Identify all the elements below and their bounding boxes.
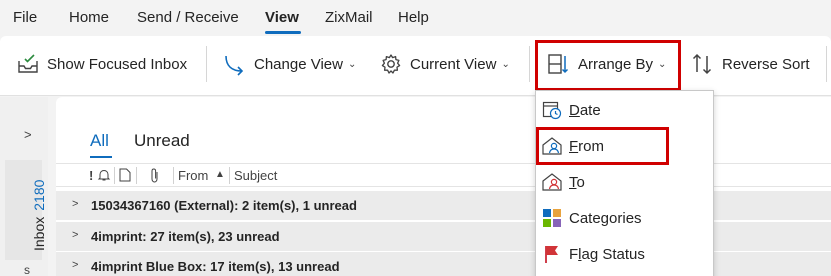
menu-tab-home[interactable]: Home [69, 9, 109, 26]
importance-column-icon[interactable]: ! [89, 168, 93, 183]
menu-tab-help[interactable]: Help [398, 9, 429, 26]
arrange-by-menu: Date From To Categories Flag Status [535, 90, 714, 276]
filter-tab-indicator [90, 156, 112, 158]
column-divider [114, 167, 115, 184]
chevron-down-icon: ⌄ [347, 58, 357, 70]
ribbon-divider [206, 46, 207, 82]
calendar-clock-icon [542, 101, 562, 120]
subject-column-header[interactable]: Subject [234, 168, 277, 183]
sort-ascending-icon: ▲ [215, 169, 225, 180]
arrange-option-flag-status[interactable]: Flag Status [536, 237, 713, 271]
reminder-column-icon[interactable] [97, 168, 111, 182]
inbox-unread-count: 2180 [31, 179, 47, 211]
group-header: 4imprint Blue Box: 17 item(s), 13 unread [91, 259, 340, 274]
arrange-option-flag-status-label: Flag Status [569, 245, 645, 263]
arrange-option-date[interactable]: Date [536, 93, 713, 127]
message-list: All Unread ! From ▲ Subject > 1503436716… [56, 97, 831, 276]
show-focused-inbox-label: Show Focused Inbox [47, 55, 188, 73]
column-divider [229, 167, 230, 184]
folder-rail: > Inbox 2180 s [0, 97, 48, 276]
filter-tab-all[interactable]: All [90, 131, 109, 151]
menu-bar: File Home Send / Receive View ZixMail He… [0, 0, 831, 36]
change-view-button[interactable]: Change View ⌄ [222, 47, 356, 81]
column-header-row: ! From ▲ Subject [56, 163, 831, 187]
change-view-icon [225, 55, 244, 76]
attachment-column-icon[interactable] [150, 168, 160, 183]
person-to-icon [542, 173, 562, 191]
focused-inbox-icon [18, 54, 38, 73]
expand-group-icon[interactable]: > [72, 198, 78, 210]
inbox-name: Inbox [31, 216, 47, 251]
current-view-label: Current View [410, 55, 497, 73]
arrange-option-date-label: Date [569, 101, 601, 119]
folder-rail-more: s [24, 263, 30, 276]
categories-icon [543, 209, 561, 227]
arrange-option-categories[interactable]: Categories [536, 201, 713, 235]
column-divider [136, 167, 137, 184]
arrange-option-categories-label: Categories [569, 209, 642, 227]
group-row[interactable]: > 15034367160 (External): 2 item(s), 1 u… [56, 191, 831, 221]
change-view-label: Change View [254, 55, 343, 73]
expand-folder-pane-icon[interactable]: > [24, 127, 32, 142]
menu-tab-send-receive[interactable]: Send / Receive [137, 9, 239, 26]
inbox-folder-label: Inbox 2180 [31, 180, 47, 251]
ribbon: Show Focused Inbox Change View ⌄ Current… [0, 36, 831, 96]
flag-icon [545, 246, 558, 263]
filter-tab-unread[interactable]: Unread [134, 131, 190, 151]
from-column-header[interactable]: From [178, 168, 208, 183]
group-row[interactable]: > 4imprint: 27 item(s), 23 unread [56, 222, 831, 252]
arrange-by-highlight [535, 40, 681, 91]
group-header: 15034367160 (External): 2 item(s), 1 unr… [91, 198, 357, 213]
ribbon-divider [529, 46, 530, 82]
from-option-highlight [536, 127, 669, 165]
chevron-down-icon: ⌄ [501, 58, 510, 70]
group-row[interactable]: > 4imprint Blue Box: 17 item(s), 13 unre… [56, 252, 831, 276]
column-divider [173, 167, 174, 184]
reverse-sort-icon [692, 53, 712, 75]
arrange-option-to[interactable]: To [536, 165, 713, 199]
menu-tab-view[interactable]: View [265, 9, 299, 26]
ribbon-divider [826, 46, 827, 82]
menu-tab-file[interactable]: File [13, 9, 37, 26]
expand-group-icon[interactable]: > [72, 229, 78, 241]
group-header: 4imprint: 27 item(s), 23 unread [91, 229, 280, 244]
reverse-sort-button[interactable]: Reverse Sort [690, 47, 810, 81]
expand-group-icon[interactable]: > [72, 259, 78, 271]
current-view-button[interactable]: Current View ⌄ [380, 47, 510, 81]
arrange-option-to-label: To [569, 173, 585, 191]
menu-tab-zixmail[interactable]: ZixMail [325, 9, 373, 26]
active-tab-indicator [265, 31, 301, 34]
gear-icon [381, 54, 401, 74]
show-focused-inbox-button[interactable]: Show Focused Inbox [17, 47, 187, 81]
reverse-sort-label: Reverse Sort [722, 55, 810, 73]
document-column-icon[interactable] [119, 168, 131, 182]
